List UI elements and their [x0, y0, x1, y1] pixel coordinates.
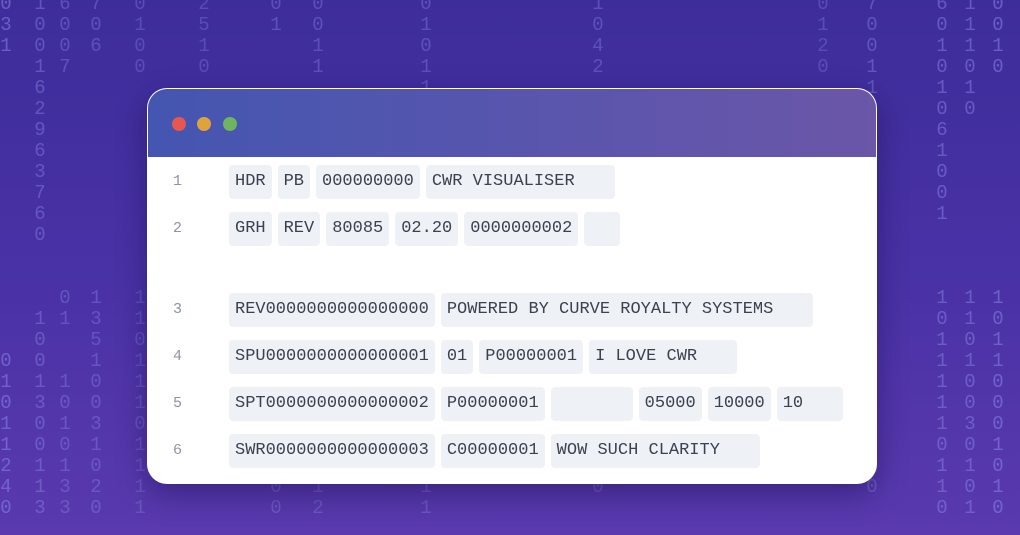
- record-row: 5 SPT0000000000000002 P00000001 05000 10000 1…: [148, 387, 864, 421]
- line-number: 3: [172, 301, 182, 318]
- record-field[interactable]: SWR0000000000000003: [229, 434, 435, 468]
- record-fields: SWR0000000000000003 C00000001 WOW SUCH CLA…: [229, 434, 760, 468]
- record-field[interactable]: P00000001: [440, 387, 545, 421]
- minimize-window-icon[interactable]: [197, 117, 211, 131]
- binary-column: 6 0 0 7 0 1 1 0 1 0 1 3 3: [59, 0, 71, 519]
- record-field[interactable]: HDR: [229, 165, 272, 199]
- record-row: 1 HDR PB 000000000 CWR VISUALISER: [148, 165, 864, 199]
- record-field[interactable]: SPT0000000000000002: [229, 387, 435, 421]
- record-field[interactable]: 10000: [707, 387, 771, 421]
- line-number: 4: [172, 348, 182, 365]
- record-field[interactable]: CWR VISUALISER: [425, 165, 615, 199]
- binary-column: 1 0 0 1 6 2 9 6 3 7 6 0 1 0 0 1 3 0 0 1 …: [34, 0, 46, 519]
- record-fields: HDR PB 000000000 CWR VISUALISER: [229, 165, 615, 199]
- record-field[interactable]: I LOVE CWR: [589, 340, 738, 374]
- record-row: 4 SPU0000000000000001 01 P00000001 I LOVE CW…: [148, 340, 864, 374]
- record-fields: GRH REV 80085 02.20 0000000002: [229, 212, 621, 246]
- record-field[interactable]: REV: [277, 212, 321, 246]
- record-row: 3 REV0000000000000000 POWERED BY CURVE ROY…: [148, 293, 864, 327]
- line-number: 6: [172, 442, 182, 459]
- record-field[interactable]: 000000000: [316, 165, 420, 199]
- record-field[interactable]: [550, 387, 633, 421]
- close-window-icon[interactable]: [172, 117, 186, 131]
- binary-column: 6 0 1 0 1 0 6 1 0 0 1 1 0 1 1 1 1 1 0 1 …: [936, 0, 948, 519]
- record-row: 6 SWR0000000000000003 C00000001 WOW SUCH CL…: [148, 434, 864, 468]
- record-field[interactable]: 80085: [326, 212, 390, 246]
- record-field[interactable]: P00000001: [479, 340, 584, 374]
- record-field[interactable]: PB: [277, 165, 311, 199]
- binary-column: 0 1 0 0 1 1 0 1 1 1 0 1 1 1 1: [134, 0, 146, 519]
- record-field[interactable]: 10: [776, 387, 844, 421]
- record-field[interactable]: C00000001: [440, 434, 545, 468]
- maximize-window-icon[interactable]: [223, 117, 237, 131]
- binary-column: 7 0 6 1 3 5 1 0 0 3 1 0 2 0: [90, 0, 102, 519]
- record-fields: SPT0000000000000002 P00000001 05000 10000 10: [229, 387, 844, 421]
- binary-column: 1 1 1 0 1 0 1 1 0 1 0 0 3 0 1 0 1: [964, 0, 976, 519]
- binary-column: 0 3 1 0 1 0 1 1 2 4 0: [0, 0, 12, 519]
- line-number: 1: [172, 173, 182, 190]
- record-field[interactable]: REV0000000000000000: [229, 293, 435, 327]
- line-number: 2: [172, 220, 182, 237]
- cwr-record-list: 1 HDR PB 000000000 CWR VISUALISER 2 GRH REV 8008…: [148, 157, 864, 483]
- record-field[interactable]: [584, 212, 621, 246]
- cwr-visualiser-window: 1 HDR PB 000000000 CWR VISUALISER 2 GRH REV 8008…: [147, 88, 877, 484]
- line-number: 5: [172, 395, 182, 412]
- record-field[interactable]: WOW SUCH CLARITY: [550, 434, 760, 468]
- record-field[interactable]: 05000: [638, 387, 702, 421]
- record-fields: SPU0000000000000001 01 P00000001 I LOVE CWR: [229, 340, 738, 374]
- binary-column: 0 0 1 0 1 0 1 1 0 0 0 1 0 1 0: [992, 0, 1004, 519]
- record-field[interactable]: 02.20: [395, 212, 459, 246]
- record-field[interactable]: GRH: [229, 212, 272, 246]
- record-field[interactable]: 01: [440, 340, 474, 374]
- record-field[interactable]: POWERED BY CURVE ROYALTY SYSTEMS: [440, 293, 814, 327]
- record-row: 2 GRH REV 80085 02.20 0000000002: [148, 212, 864, 246]
- record-field[interactable]: 0000000002: [464, 212, 579, 246]
- record-field[interactable]: SPU0000000000000001: [229, 340, 435, 374]
- record-fields: REV0000000000000000 POWERED BY CURVE ROYA…: [229, 293, 814, 327]
- window-titlebar: [148, 89, 876, 157]
